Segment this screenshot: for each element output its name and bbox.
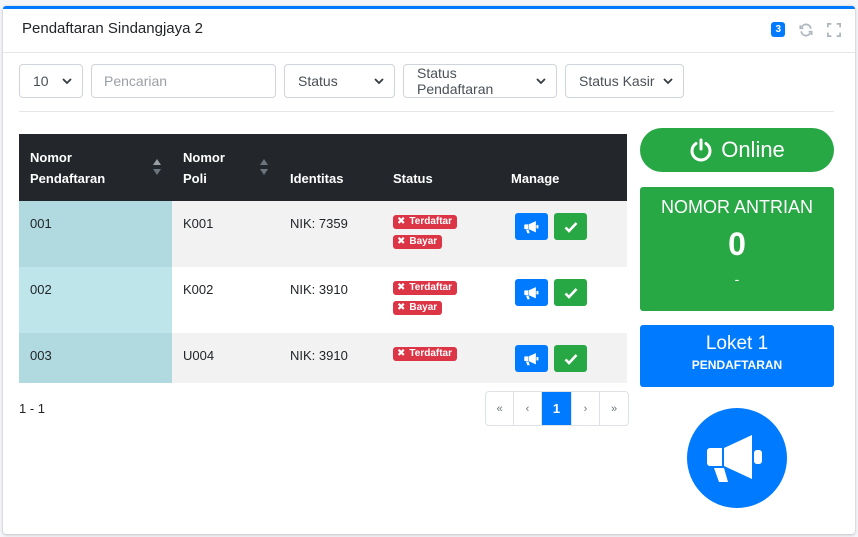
status-pendaftaran-select[interactable]: Status Pendaftaran xyxy=(403,64,557,98)
cell-manage xyxy=(500,333,627,383)
col-status: Status xyxy=(393,170,433,186)
queue-number-panel: NOMOR ANTRIAN 0 - xyxy=(640,187,834,311)
status-tag-label: Terdaftar xyxy=(409,282,452,293)
pager-prev[interactable]: ‹ xyxy=(514,392,542,425)
cell-poli: U004 xyxy=(172,333,279,383)
times-icon: ✖ xyxy=(397,216,406,227)
status-tag: ✖ Terdaftar xyxy=(393,281,457,295)
call-button[interactable] xyxy=(515,345,548,372)
cell-poli: K002 xyxy=(183,282,214,297)
times-icon: ✖ xyxy=(397,348,406,359)
call-button[interactable] xyxy=(515,279,548,306)
refresh-icon[interactable] xyxy=(799,23,813,37)
col-nomor-pendaftaran[interactable]: Nomor Pendaftaran xyxy=(19,134,172,201)
sort-icon xyxy=(153,159,161,175)
status-select-value: Status xyxy=(298,73,338,89)
pager-next[interactable]: › xyxy=(572,392,600,425)
loket-panel: Loket 1 PENDAFTARAN xyxy=(640,325,834,387)
filter-bar: 10 Pencarian Status Status Pendaftaran S… xyxy=(19,64,684,98)
divider xyxy=(19,111,834,112)
cell-nomor: 001 xyxy=(19,201,172,267)
loket-title: Loket 1 xyxy=(705,333,769,354)
status-kasir-select[interactable]: Status Kasir xyxy=(565,64,684,98)
cell-identitas: NIK: 7359 xyxy=(279,201,382,267)
times-icon: ✖ xyxy=(397,302,406,313)
queue-number: 0 xyxy=(728,226,746,262)
table-row: 001 K001 NIK: 7359 ✖ Terdaftar ✖ Bayar xyxy=(19,201,627,267)
cell-identitas: NIK: 3910 xyxy=(290,282,348,297)
table-row: 002 K002 NIK: 3910 ✖ Terdaftar ✖ Bayar xyxy=(19,267,627,333)
status-tag: ✖ Terdaftar xyxy=(393,215,457,229)
cell-identitas: NIK: 3910 xyxy=(279,333,382,383)
sort-icon xyxy=(260,159,268,175)
table-header-row: Nomor Pendaftaran Nomor Poli Identitas S… xyxy=(19,134,627,201)
table-info: 1 - 1 xyxy=(19,401,46,416)
card-header: Pendaftaran Sindangjaya 2 3 xyxy=(3,9,855,53)
status-select[interactable]: Status xyxy=(284,64,395,98)
col-manage: Manage xyxy=(511,170,560,186)
times-icon: ✖ xyxy=(397,282,406,293)
call-button[interactable] xyxy=(515,213,548,240)
cell-status: ✖ Terdaftar ✖ Bayar xyxy=(382,267,500,333)
bullhorn-icon xyxy=(523,220,538,233)
count-badge: 3 xyxy=(771,22,785,37)
loket-sub: PENDAFTARAN xyxy=(691,358,783,372)
cell-nomor: 003 xyxy=(19,333,172,383)
card-title: Pendaftaran Sindangjaya 2 xyxy=(22,20,203,37)
status-kasir-value: Status Kasir xyxy=(579,73,655,89)
status-tag-label: Bayar xyxy=(409,302,438,313)
check-icon xyxy=(564,221,577,233)
cell-manage xyxy=(500,267,627,333)
call-queue-button[interactable] xyxy=(687,408,787,508)
online-label: Online xyxy=(721,137,785,162)
search-input[interactable]: Pencarian xyxy=(91,64,276,98)
cell-poli: K001 xyxy=(172,201,279,267)
queue-sub: - xyxy=(734,271,740,287)
status-tag: ✖ Terdaftar xyxy=(393,347,457,361)
check-icon xyxy=(564,287,577,299)
pager-current[interactable]: 1 xyxy=(542,392,572,425)
col-nomor-poli[interactable]: Nomor Poli xyxy=(172,134,279,201)
status-pendaftaran-value: Status Pendaftaran xyxy=(417,65,494,97)
times-icon: ✖ xyxy=(397,236,406,247)
bullhorn-icon xyxy=(523,286,538,299)
status-tag-label: Terdaftar xyxy=(409,216,452,227)
card-tools: 3 xyxy=(771,22,841,37)
per-page-value: 10 xyxy=(33,73,49,89)
status-tag-label: Bayar xyxy=(409,236,438,247)
col-nomor-poli-label: Nomor Poli xyxy=(183,149,225,186)
pager-last[interactable]: » xyxy=(600,392,628,425)
online-status-button[interactable]: Online xyxy=(640,128,834,172)
queue-title: NOMOR ANTRIAN xyxy=(660,197,813,217)
per-page-select[interactable]: 10 xyxy=(19,64,83,98)
confirm-button[interactable] xyxy=(554,213,587,240)
status-tag-label: Terdaftar xyxy=(409,348,452,359)
cell-status: ✖ Terdaftar xyxy=(382,333,500,383)
bullhorn-icon xyxy=(523,352,538,365)
registration-table: Nomor Pendaftaran Nomor Poli Identitas S… xyxy=(19,134,627,383)
col-identitas: Identitas xyxy=(290,170,344,186)
pager-first[interactable]: « xyxy=(486,392,514,425)
cell-manage xyxy=(500,201,627,267)
bullhorn-icon xyxy=(707,435,762,482)
status-tag: ✖ Bayar xyxy=(393,301,443,315)
expand-icon[interactable] xyxy=(827,22,841,37)
col-nomor-pendaftaran-label: Nomor Pendaftaran xyxy=(30,149,106,186)
cell-status: ✖ Terdaftar ✖ Bayar xyxy=(382,201,500,267)
chevron-down-icon xyxy=(536,78,546,85)
check-icon xyxy=(564,353,577,365)
chevron-down-icon xyxy=(374,78,384,85)
confirm-button[interactable] xyxy=(554,279,587,306)
pagination: « ‹ 1 › » xyxy=(485,391,629,426)
power-icon xyxy=(690,138,712,162)
status-tag: ✖ Bayar xyxy=(393,235,443,249)
table-row: 003 U004 NIK: 3910 ✖ Terdaftar xyxy=(19,333,627,383)
confirm-button[interactable] xyxy=(554,345,587,372)
chevron-down-icon xyxy=(62,78,72,85)
chevron-down-icon xyxy=(663,78,673,85)
cell-nomor: 002 xyxy=(19,267,172,333)
